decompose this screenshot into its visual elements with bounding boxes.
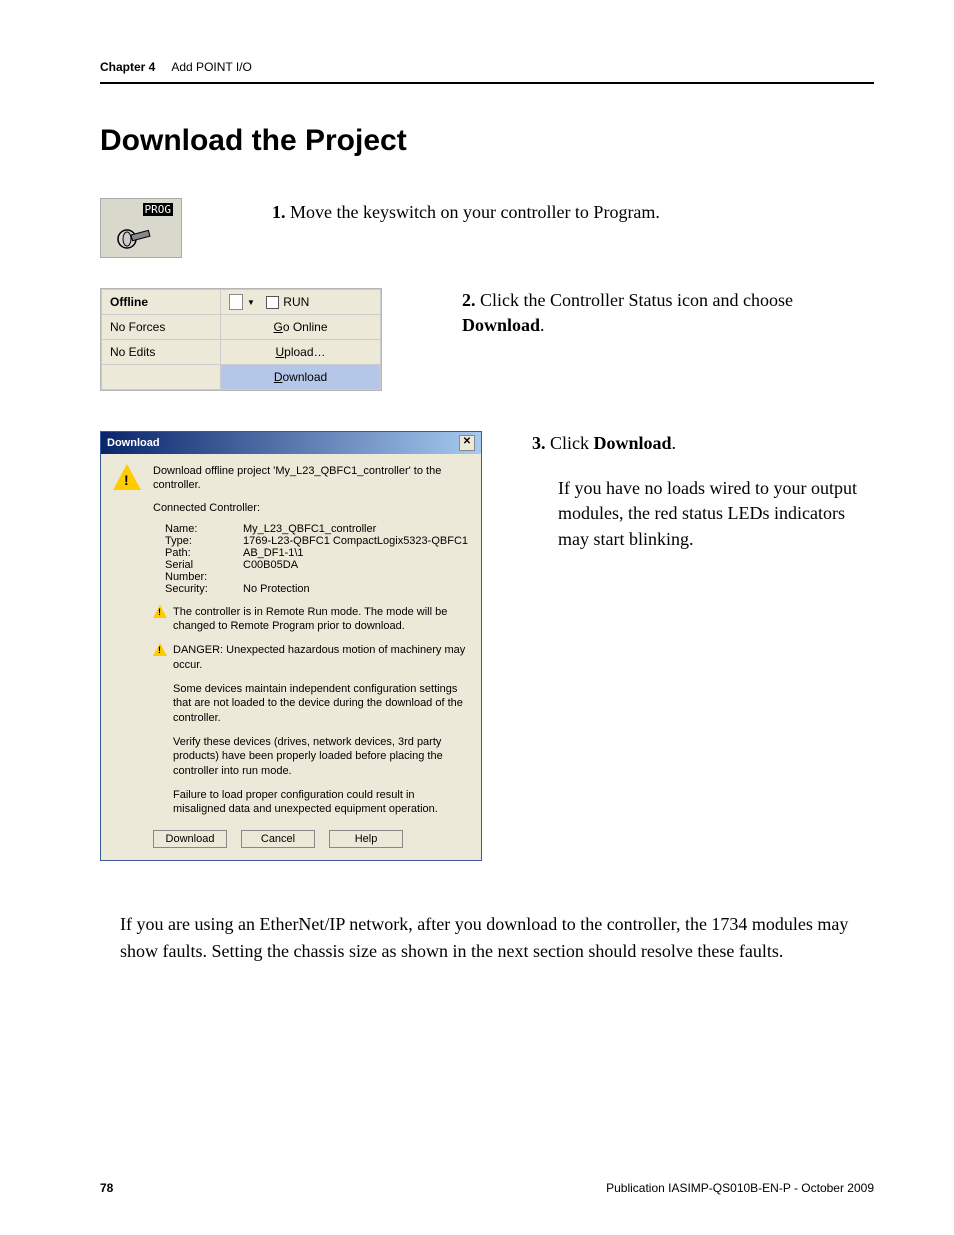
no-forces-cell[interactable]: No Forces: [102, 315, 221, 340]
prog-icon-label: PROG: [143, 203, 174, 216]
step2-text-a: Click the Controller Status icon and cho…: [480, 290, 793, 310]
serial-value: C00B05DA: [243, 559, 298, 583]
status-run-cell[interactable]: ▼ RUN: [221, 290, 381, 315]
download-dialog: Download ✕ ! Download offline project 'M…: [100, 431, 482, 861]
step1-text: Move the keyswitch on your controller to…: [290, 202, 660, 222]
dialog-note2: Verify these devices (drives, network de…: [173, 735, 469, 778]
dialog-warn1: The controller is in Remote Run mode. Th…: [173, 605, 469, 634]
offline-label: Offline: [110, 295, 148, 309]
page-number: 78: [100, 1181, 113, 1195]
name-label: Name:: [165, 523, 237, 535]
chapter-label: Chapter 4: [100, 60, 155, 74]
empty-cell: [102, 365, 221, 390]
step2-number: 2.: [462, 290, 476, 310]
controller-status-widget: Offline ▼ RUN No Forces: [100, 288, 382, 391]
warning-icon-small-2: [153, 643, 167, 656]
step3-text-a: Click: [550, 433, 594, 453]
run-label: RUN: [283, 295, 309, 309]
step3-paragraph: If you have no loads wired to your outpu…: [558, 476, 874, 552]
prog-keyswitch-image: PROG: [100, 198, 182, 258]
menu-download[interactable]: Download: [221, 365, 381, 390]
name-value: My_L23_QBFC1_controller: [243, 523, 376, 535]
running-header: Chapter 4 Add POINT I/O: [100, 60, 874, 84]
closing-paragraph: If you are using an EtherNet/IP network,…: [120, 911, 854, 963]
chapter-title: Add POINT I/O: [171, 60, 251, 74]
dropdown-arrow-icon[interactable]: ▼: [247, 298, 255, 307]
step3-text-c: .: [672, 433, 677, 453]
step1-number: 1.: [272, 202, 286, 222]
step2-text-b: Download: [462, 315, 540, 335]
connected-controller-label: Connected Controller:: [153, 501, 469, 515]
run-checkbox[interactable]: [266, 296, 279, 309]
dialog-note3: Failure to load proper configuration cou…: [173, 788, 469, 817]
warning-icon-large: !: [113, 464, 143, 494]
dialog-note1: Some devices maintain independent config…: [173, 682, 469, 725]
security-value: No Protection: [243, 583, 310, 595]
keyswitch-icon: [115, 225, 155, 251]
dialog-title-text: Download: [107, 437, 160, 449]
dialog-cancel-button[interactable]: Cancel: [241, 830, 315, 848]
step3-text-b: Download: [594, 433, 672, 453]
dialog-help-button[interactable]: Help: [329, 830, 403, 848]
dialog-download-button[interactable]: Download: [153, 830, 227, 848]
no-edits-cell[interactable]: No Edits: [102, 340, 221, 365]
step2-text-c: .: [540, 315, 545, 335]
section-title: Download the Project: [100, 124, 874, 158]
serial-label: Serial Number:: [165, 559, 237, 583]
path-value: AB_DF1-1\1: [243, 547, 304, 559]
page-footer: 78 Publication IASIMP-QS010B-EN-P - Octo…: [100, 1181, 874, 1195]
publication-id: Publication IASIMP-QS010B-EN-P - October…: [606, 1181, 874, 1195]
dialog-intro: Download offline project 'My_L23_QBFC1_c…: [153, 464, 469, 493]
dialog-titlebar: Download ✕: [101, 432, 481, 454]
security-label: Security:: [165, 583, 237, 595]
menu-upload[interactable]: Upload…: [221, 340, 381, 365]
type-value: 1769-L23-QBFC1 CompactLogix5323-QBFC1: [243, 535, 468, 547]
dialog-warn2: DANGER: Unexpected hazardous motion of m…: [173, 643, 469, 672]
status-offline-cell[interactable]: Offline: [102, 290, 221, 315]
controller-status-icon[interactable]: [229, 294, 243, 310]
warning-icon-small-1: [153, 605, 167, 618]
path-label: Path:: [165, 547, 237, 559]
step3-number: 3.: [532, 433, 546, 453]
dialog-close-button[interactable]: ✕: [459, 435, 475, 451]
type-label: Type:: [165, 535, 237, 547]
menu-go-online[interactable]: Go Online: [221, 315, 381, 340]
